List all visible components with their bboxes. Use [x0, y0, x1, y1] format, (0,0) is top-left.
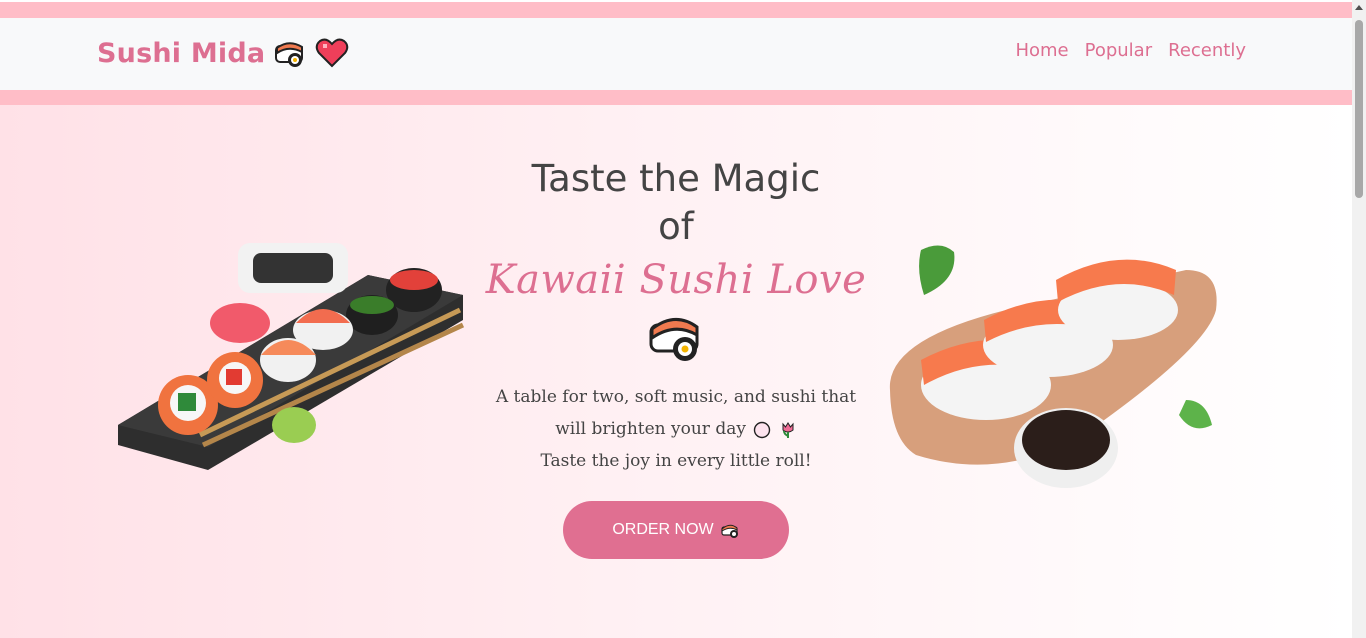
tagline-line1: A table for two, soft music, and sushi t… — [495, 387, 857, 407]
page-scrollbar[interactable] — [1352, 0, 1366, 638]
scrollbar-thumb[interactable] — [1355, 20, 1363, 198]
brand-logo-link[interactable]: Sushi Mida — [97, 36, 349, 70]
tulip-icon — [782, 421, 794, 438]
site-header: Sushi Mida Home Popular Recently — [0, 18, 1352, 90]
nav-popular[interactable]: Popular — [1085, 40, 1153, 61]
tagline-line2: will brighten your day — [555, 419, 746, 439]
top-accent-strip — [0, 0, 1352, 18]
hero-content: Taste the Magic of Kawaii Sushi Love A t… — [476, 155, 876, 559]
sushi-platter-image — [118, 243, 465, 470]
tagline-line3: Taste the joy in every little roll! — [540, 451, 812, 471]
hero-tagline: A table for two, soft music, and sushi t… — [476, 381, 876, 477]
tagline-line2-wrap: will brighten your day — [476, 413, 876, 445]
nav-home[interactable]: Home — [1015, 40, 1068, 61]
hero-title-line2: of — [658, 205, 694, 248]
sushi-icon — [649, 318, 699, 361]
nav-recently[interactable]: Recently — [1168, 40, 1246, 61]
hero-script-title: Kawaii Sushi Love — [485, 257, 867, 303]
plate-icon — [754, 421, 771, 438]
order-now-button[interactable]: ORDER NOW — [563, 501, 789, 559]
hero-section: Taste the Magic of Kawaii Sushi Love A t… — [0, 105, 1352, 638]
sushi-icon — [275, 42, 304, 67]
main-nav: Home Popular Recently — [1015, 40, 1246, 61]
scroll-up-arrow-icon[interactable] — [1355, 5, 1363, 10]
brand-name: Sushi Mida — [97, 37, 266, 69]
order-now-label: ORDER NOW — [612, 521, 714, 538]
header-bottom-strip — [0, 90, 1352, 105]
hero-title-line1: Taste the Magic — [531, 157, 821, 200]
heart-icon — [316, 38, 349, 68]
salmon-nigiri-image — [889, 245, 1217, 488]
sushi-icon — [721, 524, 738, 538]
